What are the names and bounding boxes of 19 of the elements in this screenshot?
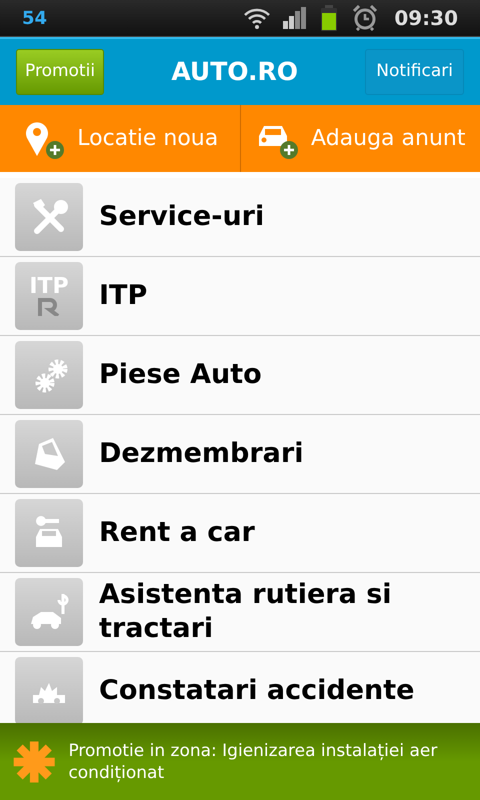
clock: 09:30 (394, 5, 458, 32)
app-title: AUTO.RO (170, 56, 299, 88)
category-label: Rent a car (99, 516, 255, 550)
signal-icon (282, 6, 308, 30)
wifi-icon (242, 6, 272, 30)
category-label: Service-uri (99, 200, 264, 234)
category-label: ITP (99, 279, 148, 313)
notification-count: 54 (22, 6, 48, 30)
alarm-clock-icon (352, 5, 378, 31)
category-row[interactable]: Piese Auto (0, 336, 480, 415)
battery-icon (320, 5, 338, 31)
category-row[interactable]: Rent a car (0, 494, 480, 573)
category-label: Piese Auto (99, 358, 262, 392)
category-row[interactable]: Asistenta rutiera si tractari (0, 573, 480, 652)
category-label: Asistenta rutiera si tractari (99, 578, 393, 646)
category-label: Constatari accidente (99, 674, 414, 708)
category-row[interactable]: Service-uri (0, 178, 480, 257)
category-row[interactable]: Dezmembrari (0, 415, 480, 494)
category-label: Dezmembrari (99, 437, 304, 471)
